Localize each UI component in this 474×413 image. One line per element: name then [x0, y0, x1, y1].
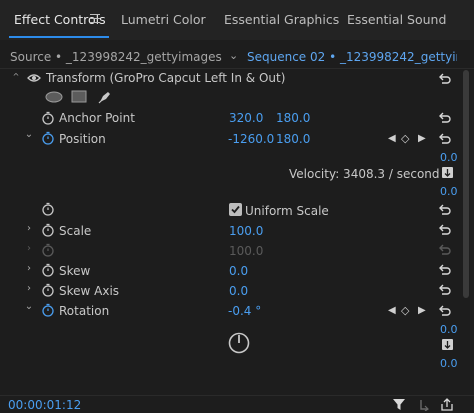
current-timecode[interactable]: 00:00:01:12 [8, 398, 81, 412]
scale-value[interactable]: 100.0 [229, 224, 263, 238]
rotation-graph-max: 0.0 [440, 323, 458, 336]
ellipse-mask-icon[interactable] [45, 91, 63, 106]
sequence-clip-label[interactable]: Sequence 02 • _123998242_gettyimages… [247, 50, 457, 64]
rotation-graph-min: 0.0 [440, 357, 458, 370]
anchor-point-x-value[interactable]: 320.0 [229, 111, 263, 125]
graph-toggle-icon[interactable] [442, 167, 453, 178]
reset-icon[interactable] [438, 111, 452, 125]
hamburger-menu-icon[interactable] [90, 14, 100, 23]
twirl-right-icon[interactable]: › [24, 223, 34, 234]
stopwatch-icon[interactable] [41, 223, 55, 237]
vertical-scrollbar[interactable] [462, 70, 470, 400]
position-y-value[interactable]: 180.0 [276, 132, 310, 146]
rotation-value[interactable]: -0.4 ° [228, 304, 261, 318]
stopwatch-icon[interactable] [41, 283, 55, 297]
rectangle-mask-icon[interactable] [71, 90, 87, 106]
filter-icon[interactable] [392, 398, 406, 413]
stopwatch-icon[interactable] [41, 303, 55, 317]
reset-icon[interactable] [438, 263, 452, 277]
position-label: Position [59, 132, 106, 146]
panel-tab-bar: Effect Controls Lumetri Color Essential … [0, 0, 474, 40]
skew-value[interactable]: 0.0 [229, 264, 248, 278]
scale-width-value: 100.0 [229, 244, 264, 258]
uniform-scale-label[interactable]: Uniform Scale [245, 204, 329, 218]
position-graph-max: 0.0 [440, 151, 458, 164]
twirl-right-icon[interactable]: › [24, 263, 34, 274]
stopwatch-icon[interactable] [41, 131, 55, 145]
twirl-up-icon[interactable]: ^ [11, 72, 21, 81]
reset-icon[interactable] [438, 132, 452, 146]
tab-essential-graphics[interactable]: Essential Graphics [224, 12, 339, 27]
anchor-point-label: Anchor Point [59, 111, 135, 125]
scrollbar-thumb[interactable] [463, 70, 469, 298]
stopwatch-icon[interactable] [41, 263, 55, 277]
clip-header: Source • _123998242_gettyimages-880402… … [0, 47, 474, 69]
stopwatch-icon [41, 243, 55, 257]
eye-icon[interactable] [27, 72, 41, 87]
keyframe-icon[interactable]: ◇ [401, 132, 409, 145]
reset-icon[interactable] [438, 203, 452, 217]
rotation-dial[interactable] [228, 332, 250, 357]
skew-axis-value[interactable]: 0.0 [229, 284, 248, 298]
loop-icon[interactable] [418, 398, 430, 413]
previous-keyframe-icon[interactable]: ◀ [388, 305, 396, 316]
rotation-label: Rotation [59, 304, 110, 318]
twirl-right-icon: › [27, 243, 31, 254]
next-keyframe-icon[interactable]: ▶ [418, 133, 426, 144]
reset-icon[interactable] [438, 283, 452, 297]
active-tab-indicator [9, 36, 109, 38]
next-keyframe-icon[interactable]: ▶ [418, 305, 426, 316]
pen-mask-icon[interactable] [97, 89, 113, 108]
twirl-right-icon[interactable]: › [24, 283, 34, 294]
tab-lumetri-color[interactable]: Lumetri Color [121, 12, 206, 27]
scale-label: Scale [59, 224, 92, 238]
graph-toggle-icon[interactable] [442, 339, 453, 350]
position-graph-min: 0.0 [440, 185, 458, 198]
anchor-point-y-value[interactable]: 180.0 [276, 111, 310, 125]
chevron-down-icon[interactable]: ⌄ [229, 49, 238, 62]
export-icon[interactable] [440, 398, 454, 413]
uniform-scale-checkbox[interactable] [229, 203, 242, 216]
velocity-readout: Velocity: 3408.3 / second [289, 167, 440, 181]
twirl-down-icon[interactable]: ⌄ [24, 129, 34, 140]
reset-icon[interactable] [438, 72, 452, 86]
source-clip-label[interactable]: Source • _123998242_gettyimages-880402… [10, 50, 222, 64]
stopwatch-icon[interactable] [41, 111, 55, 125]
skew-axis-label: Skew Axis [59, 284, 120, 298]
stopwatch-icon[interactable] [41, 202, 55, 216]
reset-icon[interactable] [438, 304, 452, 318]
twirl-down-icon[interactable]: ⌄ [24, 301, 34, 312]
tab-essential-sound[interactable]: Essential Sound [347, 12, 446, 27]
position-x-value[interactable]: -1260.0 [228, 132, 274, 146]
reset-icon [438, 243, 452, 257]
effect-name: Transform (GroPro Capcut Left In & Out) [46, 71, 286, 85]
reset-icon[interactable] [438, 223, 452, 237]
footer-bar: 00:00:01:12 [0, 395, 474, 413]
skew-label: Skew [59, 264, 91, 278]
previous-keyframe-icon[interactable]: ◀ [388, 133, 396, 144]
keyframe-icon[interactable]: ◇ [401, 304, 409, 317]
